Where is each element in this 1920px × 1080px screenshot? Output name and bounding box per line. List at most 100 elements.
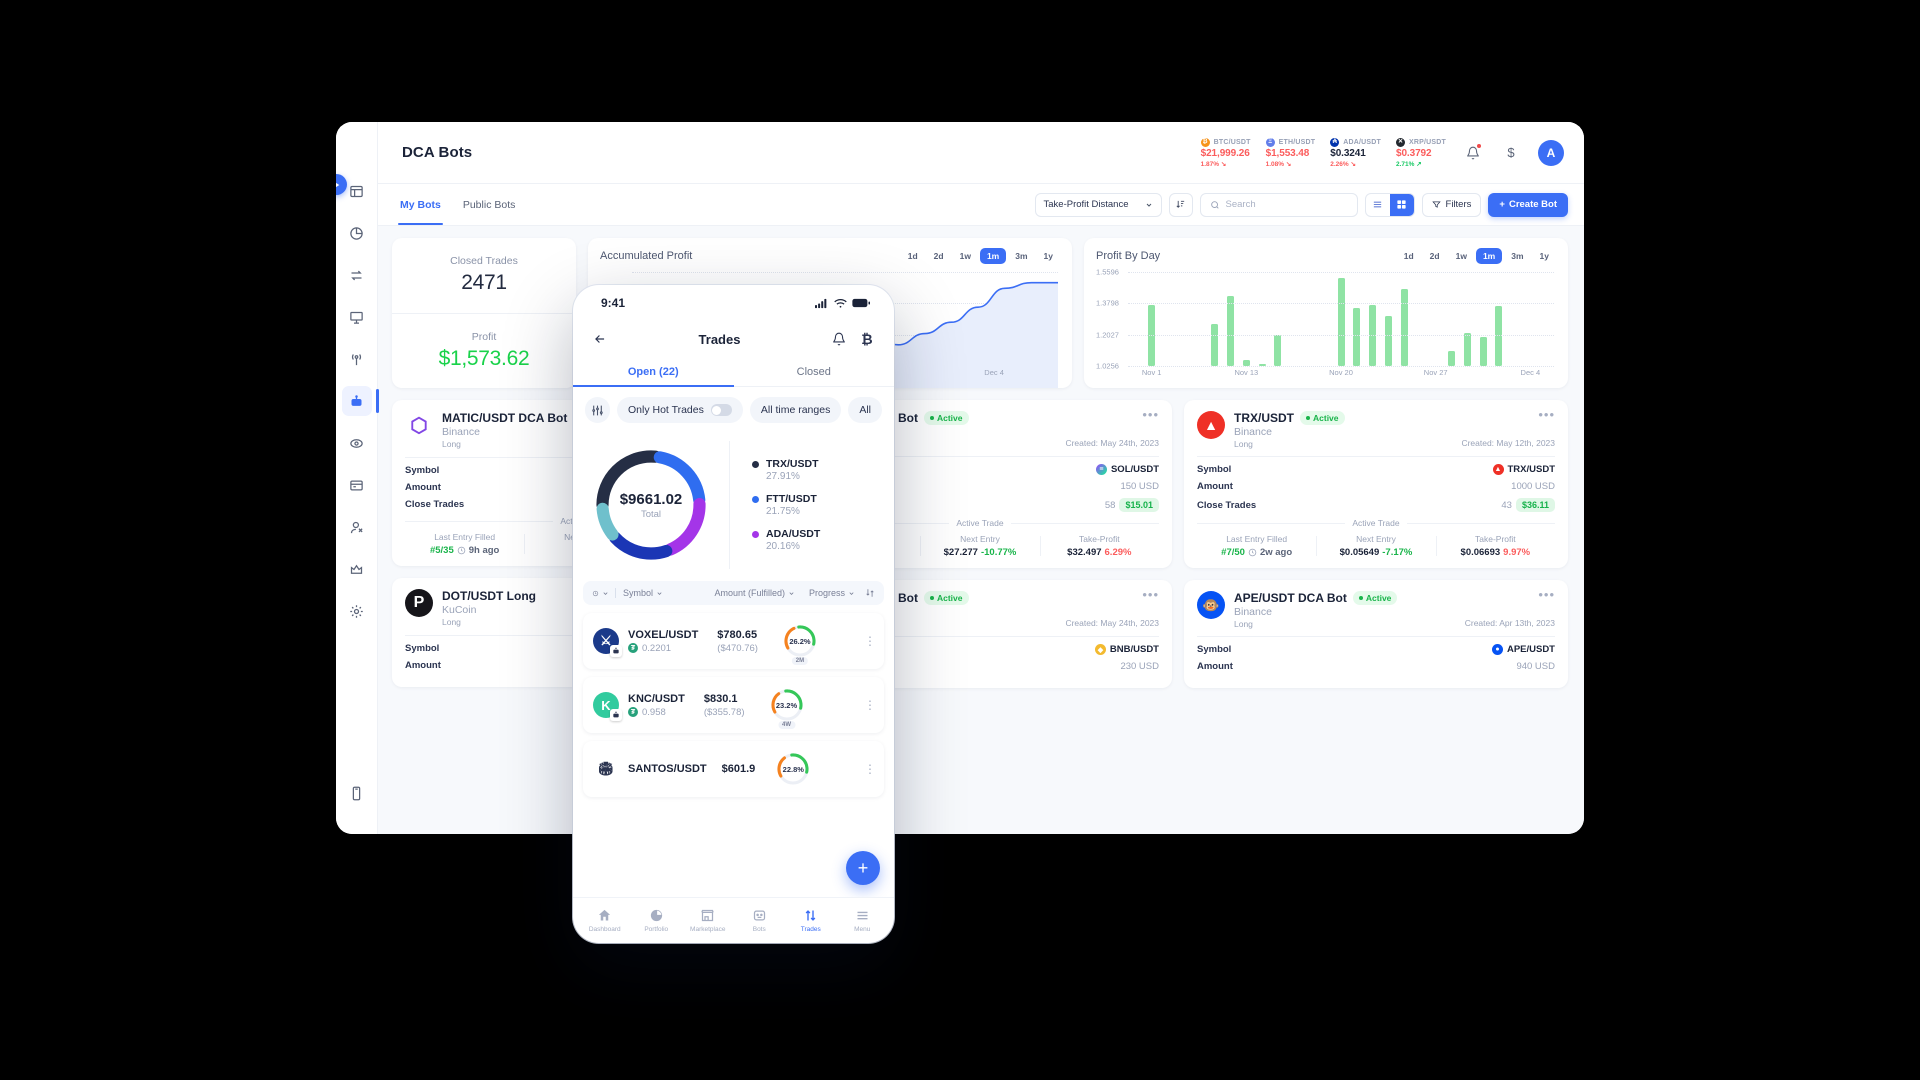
range-1d[interactable]: 1d xyxy=(901,248,925,264)
bot-menu-icon[interactable]: ••• xyxy=(1142,588,1159,601)
battery-icon xyxy=(852,298,870,308)
trade-amount-block: $780.65 ($470.76) xyxy=(717,629,758,654)
currency-dollar-icon[interactable]: $ xyxy=(1500,142,1522,164)
ticker-btc[interactable]: ₿ BTC/USDT $21,999.26 1.87% ↘ xyxy=(1200,137,1251,168)
add-trade-fab[interactable]: + xyxy=(846,851,880,885)
ticker-bar: ₿ BTC/USDT $21,999.26 1.87% ↘ Ξ ETH/USDT… xyxy=(1200,137,1446,168)
plus-icon: + xyxy=(1499,199,1505,210)
sidebar-item-premium[interactable] xyxy=(342,554,372,584)
range-3m[interactable]: 3m xyxy=(1504,248,1530,264)
bnb-icon: ◆ xyxy=(1094,644,1106,655)
mobile-app-icon[interactable] xyxy=(342,778,372,808)
ticker-eth[interactable]: Ξ ETH/USDT $1,553.48 1.08% ↘ xyxy=(1265,137,1316,168)
avatar[interactable]: A xyxy=(1538,139,1564,166)
range-1y[interactable]: 1y xyxy=(1037,248,1060,264)
nav-marketplace[interactable]: Marketplace xyxy=(682,908,734,933)
nav-menu[interactable]: Menu xyxy=(837,908,889,933)
legend-label: TRX/USDT xyxy=(766,458,819,470)
history-icon[interactable] xyxy=(592,590,609,597)
create-bot-button[interactable]: + Create Bot xyxy=(1488,192,1568,217)
profit-pill: $15.01 xyxy=(1119,498,1159,512)
ticker-change: 2.71% ↗ xyxy=(1396,160,1422,168)
range-1w[interactable]: 1w xyxy=(1449,248,1474,264)
search-box[interactable] xyxy=(1199,192,1358,217)
range-2d[interactable]: 2d xyxy=(927,248,951,264)
phone-tab-closed[interactable]: Closed xyxy=(734,357,895,386)
view-toggle xyxy=(1364,192,1415,217)
bot-menu-icon[interactable]: ••• xyxy=(1538,408,1555,421)
bar-slot xyxy=(1444,272,1460,366)
sort-direction-button[interactable] xyxy=(1168,192,1193,217)
progress-gauge: 22.8% xyxy=(774,750,812,788)
sidebar-item-portfolio[interactable] xyxy=(342,218,372,248)
sidebar-item-affiliate[interactable] xyxy=(342,512,372,542)
phone-bell-icon[interactable] xyxy=(830,330,848,348)
toggle-switch[interactable] xyxy=(710,404,732,416)
bot-card-trx[interactable]: ▲ TRX/USDT Active Binance Long ••• Creat… xyxy=(1184,400,1568,568)
trade-row[interactable]: 🏟 SANTOS/USDT $601.9 22.8% ⋮ xyxy=(583,741,884,798)
range-1w[interactable]: 1w xyxy=(953,248,978,264)
tab-public-bots[interactable]: Public Bots xyxy=(463,184,516,225)
nav-portfolio[interactable]: Portfolio xyxy=(631,908,683,933)
range-1m[interactable]: 1m xyxy=(979,248,1007,264)
closed-trades-stat: Closed Trades 2471 xyxy=(392,238,576,313)
phone-bitcoin-icon[interactable]: ₿ xyxy=(858,330,876,348)
home-icon xyxy=(599,909,611,921)
trade-row[interactable]: K KNC/USDT ₮ 0.958 $830.1 ($355.78) 23.2%… xyxy=(583,677,884,734)
bot-menu-icon[interactable]: ••• xyxy=(1142,408,1159,421)
header-amount[interactable]: Amount (Fulfilled) xyxy=(714,588,795,598)
sidebar-item-watch[interactable] xyxy=(342,428,372,458)
phone-trades-list[interactable]: ⚔ VOXEL/USDT ₮ 0.2201 $780.65 ($470.76) 2… xyxy=(573,605,894,897)
sidebar-item-bots[interactable] xyxy=(341,386,379,416)
trade-extra: -10.77% xyxy=(980,547,1017,558)
search-input[interactable] xyxy=(1225,199,1348,210)
sidebar-item-settings[interactable] xyxy=(342,596,372,626)
sliders-icon[interactable] xyxy=(585,397,610,423)
row-menu-icon[interactable]: ⋮ xyxy=(864,763,876,775)
bot-exchange: Binance xyxy=(1234,426,1272,438)
sidebar-item-marketplace[interactable] xyxy=(342,470,372,500)
range-2d[interactable]: 2d xyxy=(1423,248,1447,264)
sort-by-select[interactable]: Take-Profit Distance xyxy=(1034,192,1162,217)
ticker-xrp[interactable]: ✕ XRP/USDT $0.3792 2.71% ↗ xyxy=(1396,137,1446,168)
bot-card-ape[interactable]: 🐵 APE/USDT DCA Bot Active Binance Long •… xyxy=(1184,580,1568,688)
header-symbol[interactable]: Symbol xyxy=(615,588,663,599)
bot-name: APE/USDT DCA Bot xyxy=(1234,591,1347,605)
header-progress[interactable]: Progress xyxy=(809,588,855,598)
range-1m[interactable]: 1m xyxy=(1475,248,1503,264)
nav-bots[interactable]: Bots xyxy=(734,908,786,933)
nav-trades[interactable]: Trades xyxy=(785,908,837,933)
range-3m[interactable]: 3m xyxy=(1008,248,1034,264)
trade-qty: 0.958 xyxy=(642,706,666,718)
header-sort-icon[interactable] xyxy=(865,588,875,598)
row-menu-icon[interactable]: ⋮ xyxy=(864,699,876,711)
range-1d[interactable]: 1d xyxy=(1397,248,1421,264)
chevron-down-icon xyxy=(789,591,794,595)
bot-name: MATIC/USDT DCA Bot xyxy=(442,411,568,425)
bar-slot xyxy=(1349,272,1365,366)
ape-coin-icon: 🐵 xyxy=(1197,591,1225,619)
list-view-icon[interactable] xyxy=(1366,194,1390,216)
ticker-ada[interactable]: ₳ ADA/USDT $0.3241 2.26% ↘ xyxy=(1330,137,1381,168)
profit-by-day-title: Profit By Day xyxy=(1096,250,1161,262)
toolbar-controls: Take-Profit Distance Search Filters + Cr… xyxy=(1034,192,1568,217)
sidebar-item-signals[interactable] xyxy=(342,344,372,374)
sidebar-item-presentation[interactable] xyxy=(342,302,372,332)
row-menu-icon[interactable]: ⋮ xyxy=(864,635,876,647)
header-right: ₿ BTC/USDT $21,999.26 1.87% ↘ Ξ ETH/USDT… xyxy=(1200,137,1564,168)
pie-icon xyxy=(650,909,662,922)
notifications-bell-icon[interactable] xyxy=(1462,142,1484,164)
bot-menu-icon[interactable]: ••• xyxy=(1538,588,1555,601)
time-range-chip[interactable]: All time ranges xyxy=(749,397,842,423)
filters-button[interactable]: Filters xyxy=(1421,192,1482,217)
hot-trades-toggle[interactable]: Only Hot Trades xyxy=(617,397,743,423)
back-arrow-icon[interactable] xyxy=(591,330,609,348)
trade-row[interactable]: ⚔ VOXEL/USDT ₮ 0.2201 $780.65 ($470.76) 2… xyxy=(583,613,884,670)
sidebar-item-exchange[interactable] xyxy=(342,260,372,290)
all-chip[interactable]: All xyxy=(848,397,882,423)
tab-my-bots[interactable]: My Bots xyxy=(398,184,443,225)
range-1y[interactable]: 1y xyxy=(1533,248,1556,264)
phone-tab-open[interactable]: Open (22) xyxy=(573,357,734,387)
nav-dashboard[interactable]: Dashboard xyxy=(579,908,631,933)
grid-view-icon[interactable] xyxy=(1389,193,1414,216)
